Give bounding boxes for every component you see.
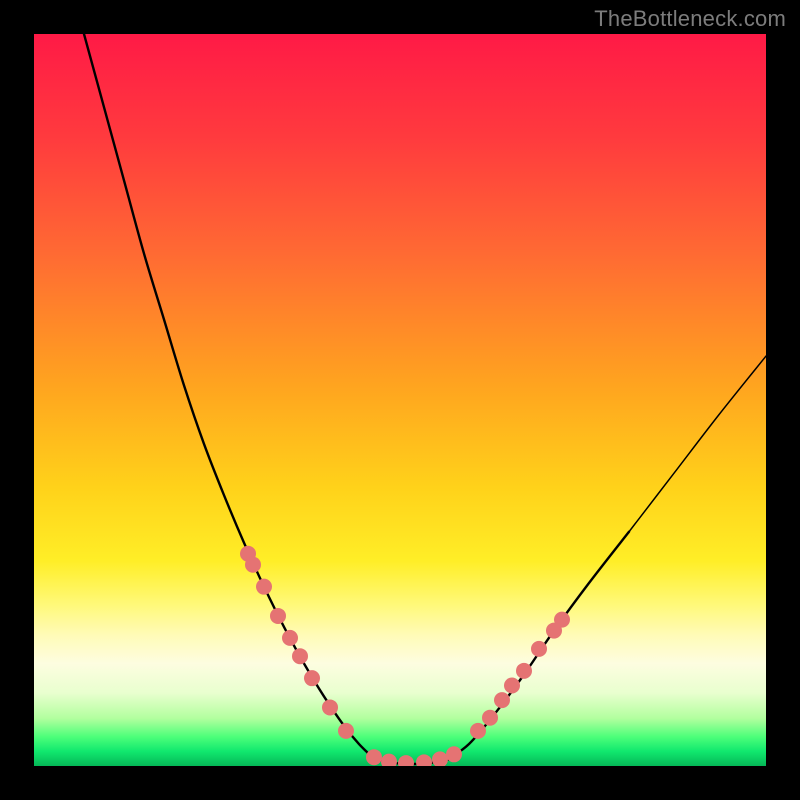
chart-stage: TheBottleneck.com (0, 0, 800, 800)
marker-right (494, 692, 510, 708)
marker-left (256, 579, 272, 595)
bottleneck-curve-right-tail (629, 356, 766, 532)
marker-right (482, 710, 498, 726)
data-markers (240, 546, 570, 766)
marker-right (516, 663, 532, 679)
marker-left (304, 670, 320, 686)
marker-right (554, 612, 570, 628)
curve-overlay (34, 34, 766, 766)
marker-bottom (398, 755, 414, 766)
marker-bottom (416, 754, 432, 766)
marker-left (338, 723, 354, 739)
marker-left (270, 608, 286, 624)
marker-right (531, 641, 547, 657)
bottleneck-curve (84, 34, 629, 764)
marker-bottom (381, 754, 397, 766)
marker-right (470, 723, 486, 739)
marker-right (504, 677, 520, 693)
marker-left (322, 699, 338, 715)
marker-left (282, 630, 298, 646)
marker-bottom (446, 746, 462, 762)
marker-bottom (366, 749, 382, 765)
marker-left (292, 648, 308, 664)
marker-left (245, 557, 261, 573)
marker-bottom (432, 751, 448, 766)
plot-area (34, 34, 766, 766)
watermark-text: TheBottleneck.com (594, 6, 786, 32)
